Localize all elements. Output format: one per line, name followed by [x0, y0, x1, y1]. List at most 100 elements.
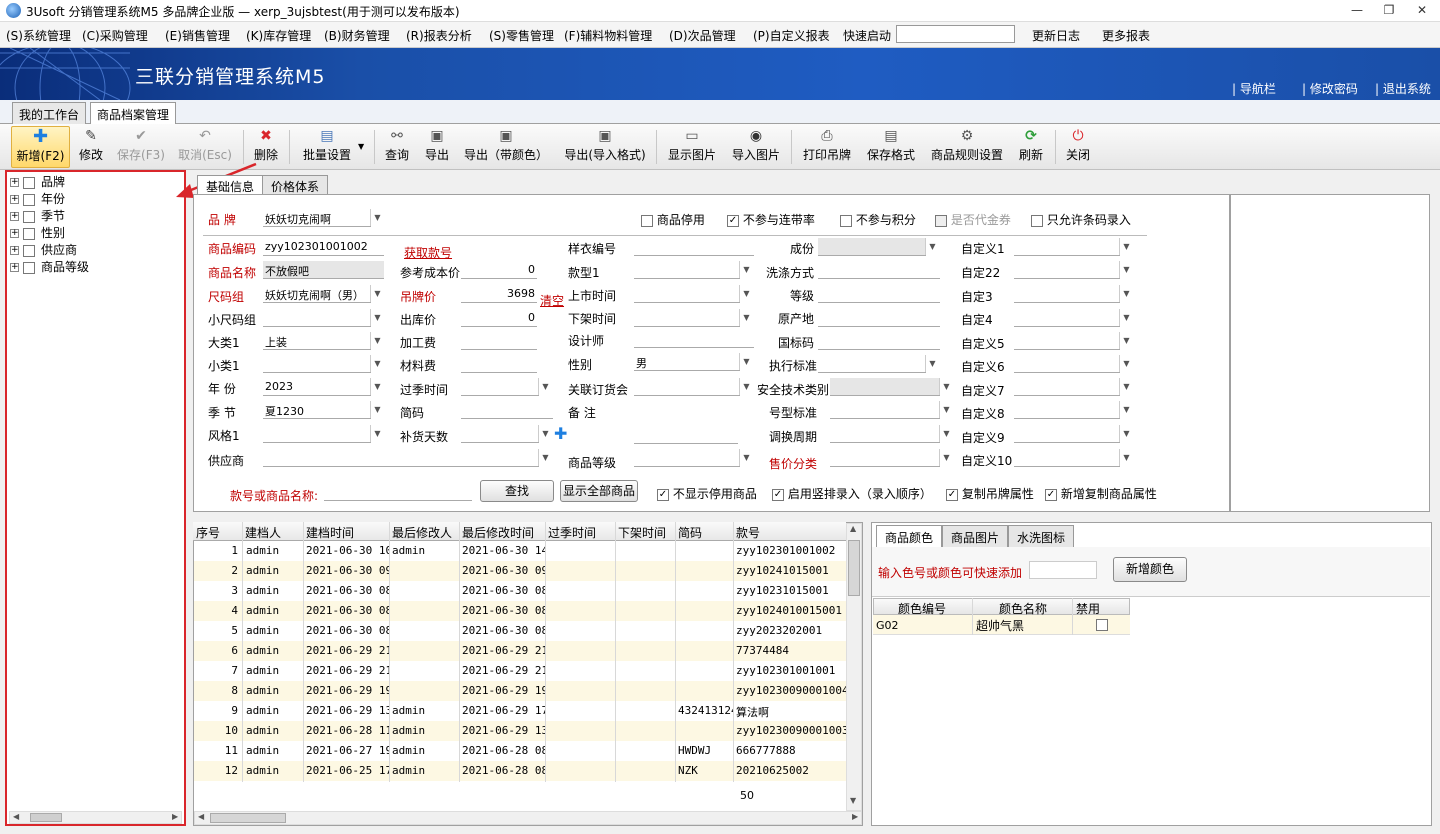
checkbox-checked[interactable]: ✓	[657, 488, 669, 501]
scroll-left-icon[interactable]: ◀	[198, 812, 204, 821]
col-header-create-time[interactable]: 建档时间	[306, 524, 354, 541]
table-row[interactable]: 4 admin 2021-06-30 08 2021-06-30 08: zyy1024…	[194, 601, 846, 621]
checkbox[interactable]	[1031, 214, 1043, 227]
clear-link[interactable]: 清空	[540, 292, 564, 309]
chevron-down-icon[interactable]: ▼	[1119, 449, 1133, 466]
scroll-thumb[interactable]	[210, 813, 286, 823]
tree-item-grade[interactable]: + 商品等级	[10, 258, 89, 275]
tree-item-supplier[interactable]: + 供应商	[10, 241, 77, 258]
chevron-down-icon[interactable]: ▼	[1119, 355, 1133, 372]
off-shelf-field[interactable]	[634, 309, 740, 327]
menu-sales[interactable]: (E)销售管理	[165, 27, 230, 44]
small-size-field[interactable]	[263, 309, 371, 327]
origin-field[interactable]	[818, 309, 940, 327]
checkbox-checked[interactable]: ✓	[1045, 488, 1057, 501]
table-row[interactable]: 1 admin 2021-06-30 10 admin 2021-06-30 14: zy…	[194, 541, 846, 561]
checkbox-checked[interactable]: ✓	[727, 214, 739, 227]
chevron-down-icon[interactable]: ▼	[939, 449, 953, 466]
checkbox[interactable]	[23, 176, 35, 189]
size-standard-field[interactable]	[830, 401, 940, 419]
expand-icon[interactable]: +	[10, 229, 19, 238]
custom3-field[interactable]	[1014, 285, 1120, 303]
color-quick-input[interactable]	[1029, 561, 1097, 579]
chevron-down-icon[interactable]: ▼	[925, 238, 939, 255]
checkbox[interactable]	[23, 193, 35, 206]
new-button[interactable]: ✚ 新增(F2)	[11, 126, 70, 168]
checkbox-checked[interactable]: ✓	[946, 488, 958, 501]
chevron-down-icon[interactable]: ▼	[739, 449, 753, 466]
save-format-button[interactable]: ▤ 保存格式	[865, 126, 917, 168]
table-row[interactable]: 7 admin 2021-06-29 21 2021-06-29 21: zyy1023…	[194, 661, 846, 681]
standard-field[interactable]	[818, 355, 926, 373]
sample-no-field[interactable]	[634, 238, 754, 256]
close-button[interactable]: ⏻ 关闭	[1064, 126, 1092, 168]
scroll-thumb[interactable]	[848, 540, 860, 596]
chevron-down-icon[interactable]: ▼	[1119, 401, 1133, 418]
expand-icon[interactable]: +	[10, 263, 19, 272]
table-row[interactable]: 9 admin 2021-06-29 13 admin 2021-06-29 17: 43…	[194, 701, 846, 721]
show-image-button[interactable]: ▭ 显示图片	[666, 126, 718, 168]
chevron-down-icon[interactable]: ▼	[939, 401, 953, 418]
col-header-style-no[interactable]: 款号	[736, 524, 760, 541]
tab-basic-info[interactable]: 基础信息	[197, 175, 264, 196]
scroll-up-icon[interactable]: ▲	[850, 524, 856, 533]
custom5-field[interactable]	[1014, 332, 1120, 350]
category1-field[interactable]: 上装	[263, 332, 371, 350]
scroll-right-icon[interactable]: ▶	[172, 812, 178, 821]
col-header-modifier[interactable]: 最后修改人	[392, 524, 452, 541]
menu-system[interactable]: (S)系统管理	[6, 27, 71, 44]
chevron-down-icon[interactable]: ▼	[358, 142, 364, 151]
import-image-button[interactable]: ◉ 导入图片	[730, 126, 782, 168]
hide-disabled-checkbox[interactable]: ✓ 不显示停用商品	[657, 485, 757, 502]
chevron-down-icon[interactable]: ▼	[370, 285, 384, 302]
more-reports-link[interactable]: 更多报表	[1102, 27, 1150, 44]
search-input[interactable]	[324, 483, 472, 501]
col-header-off-shelf[interactable]: 下架时间	[618, 524, 666, 541]
col-header-creator[interactable]: 建档人	[245, 524, 281, 541]
checkbox[interactable]	[23, 210, 35, 223]
chevron-down-icon[interactable]: ▼	[1119, 285, 1133, 302]
add-color-button[interactable]: 新增颜色	[1113, 557, 1187, 582]
export-button[interactable]: ▣ 导出	[423, 126, 451, 168]
scroll-right-icon[interactable]: ▶	[852, 812, 858, 821]
find-button[interactable]: 查找	[480, 480, 554, 502]
chevron-down-icon[interactable]: ▼	[739, 261, 753, 278]
chevron-down-icon[interactable]: ▼	[939, 378, 953, 395]
short-code-field[interactable]	[461, 401, 553, 419]
sale-class-field[interactable]	[830, 449, 940, 467]
menu-defective[interactable]: (D)次品管理	[669, 27, 736, 44]
chevron-down-icon[interactable]: ▼	[1119, 238, 1133, 255]
table-row[interactable]: 3 admin 2021-06-30 08 2021-06-30 08: zyy1023…	[194, 581, 846, 601]
code-field[interactable]: zyy102301001002	[263, 238, 384, 256]
minimize-button[interactable]: —	[1343, 2, 1371, 19]
custom1-field[interactable]	[1014, 238, 1120, 256]
menu-custom-reports[interactable]: (P)自定义报表	[753, 27, 830, 44]
chevron-down-icon[interactable]: ▼	[1119, 332, 1133, 349]
table-row[interactable]: 6 admin 2021-06-29 21 2021-06-29 21: 7737448…	[194, 641, 846, 661]
refresh-button[interactable]: ⟳ 刷新	[1017, 126, 1045, 168]
checkbox[interactable]	[641, 214, 653, 227]
order-fair-field[interactable]	[634, 378, 740, 396]
subcategory1-field[interactable]	[263, 355, 371, 373]
tab-product-images[interactable]: 商品图片	[942, 525, 1009, 547]
ref-cost-field[interactable]: 0	[461, 261, 537, 279]
gender-field[interactable]: 男	[634, 353, 740, 371]
tab-workbench[interactable]: 我的工作台	[12, 102, 87, 124]
chevron-down-icon[interactable]: ▼	[739, 285, 753, 302]
restock-days-field[interactable]	[461, 425, 539, 443]
launch-time-field[interactable]	[634, 285, 740, 303]
chevron-down-icon[interactable]: ▼	[370, 378, 384, 395]
menu-purchase[interactable]: (C)采购管理	[82, 27, 148, 44]
custom2-field[interactable]	[1014, 261, 1120, 279]
material-fee-field[interactable]	[461, 355, 537, 373]
tree-item-season[interactable]: + 季节	[10, 207, 65, 224]
copy-tag-checkbox[interactable]: ✓ 复制吊牌属性	[946, 485, 1034, 502]
grid-horizontal-scrollbar[interactable]	[194, 811, 862, 825]
custom9-field[interactable]	[1014, 425, 1120, 443]
style1-field[interactable]	[263, 425, 371, 443]
export-import-format-button[interactable]: ▣ 导出(导入格式)	[563, 126, 647, 168]
chevron-down-icon[interactable]: ▼	[939, 425, 953, 442]
close-window-button[interactable]: ✕	[1408, 2, 1436, 19]
model1-field[interactable]	[634, 261, 740, 279]
table-row[interactable]: 2 admin 2021-06-30 09 2021-06-30 09: zyy1024…	[194, 561, 846, 581]
